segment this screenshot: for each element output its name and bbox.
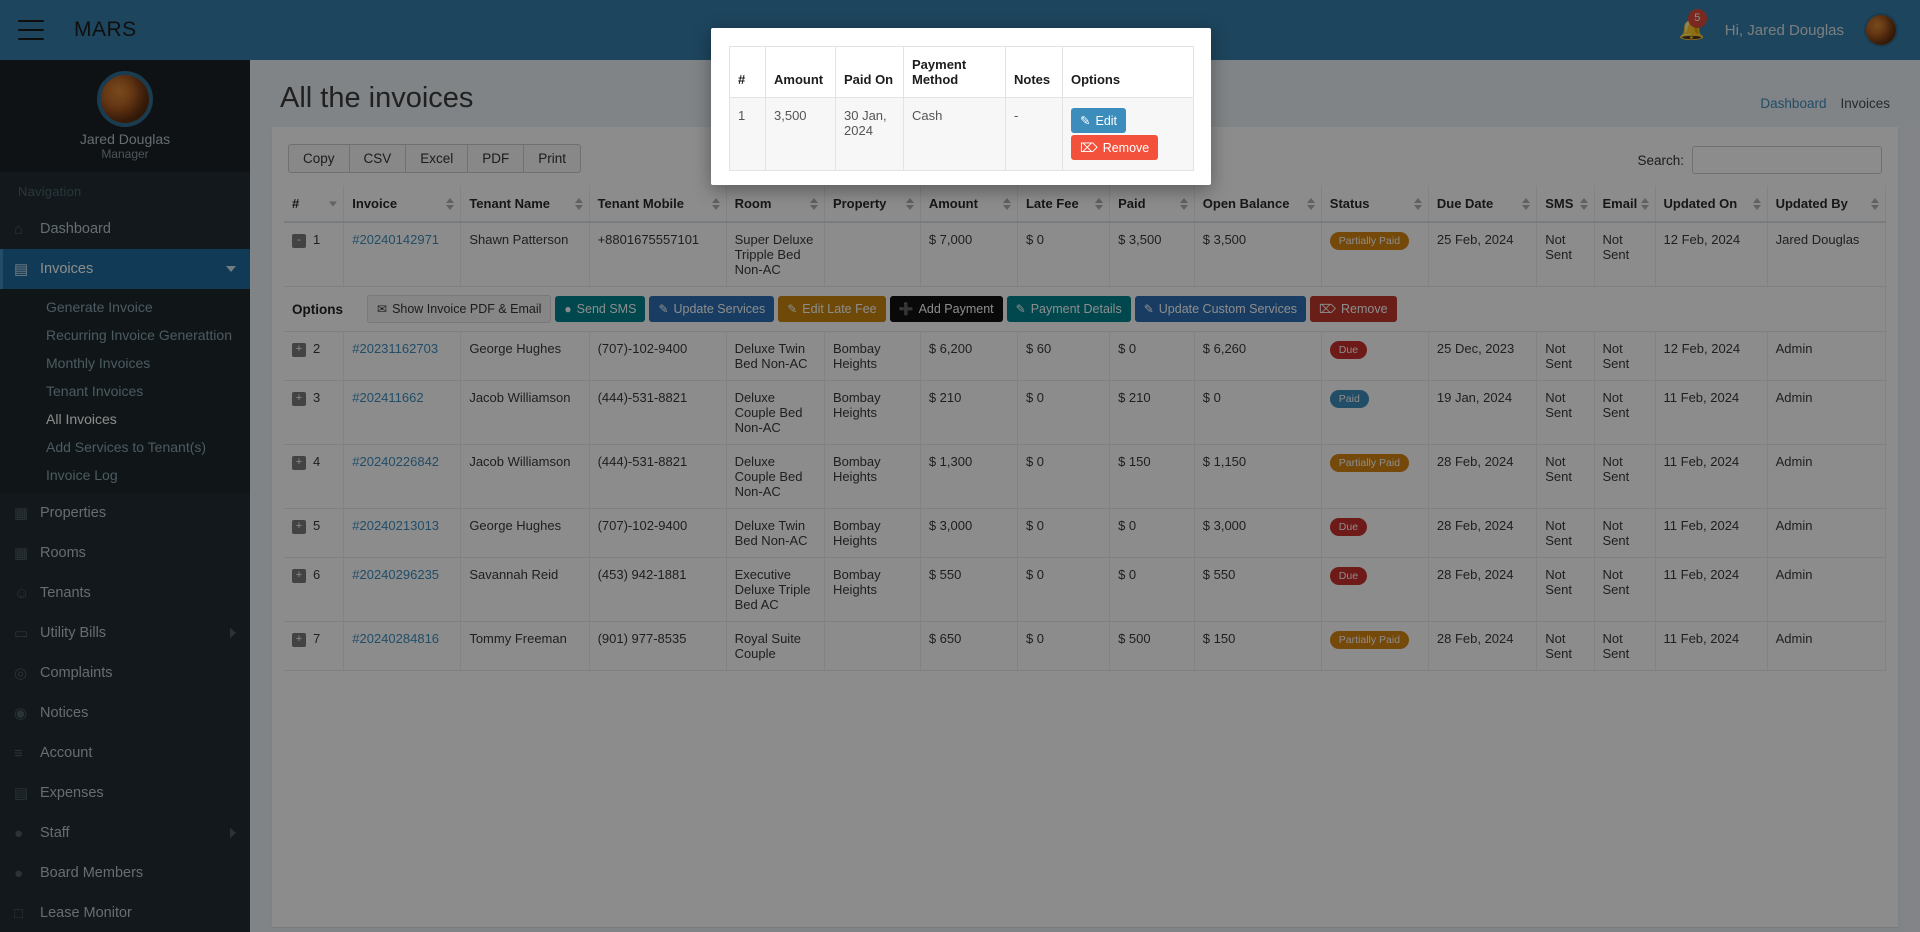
modal-header-row: # Amount Paid On Payment Method Notes Options (729, 46, 1194, 98)
trash-icon: ⌦ (1080, 141, 1098, 155)
modal-column-payment-method: Payment Method (903, 46, 1006, 98)
modal-cell-index: 1 (729, 97, 766, 171)
modal-column-paid-on: Paid On (835, 46, 904, 98)
payment-edit-label: Edit (1095, 113, 1118, 128)
modal-column-index: # (729, 46, 766, 98)
payment-remove-label: Remove (1102, 140, 1150, 155)
payment-remove-button[interactable]: ⌦ Remove (1071, 135, 1159, 160)
modal-cell-options: ✎ Edit ⌦ Remove (1062, 97, 1194, 171)
modal-cell-notes: - (1005, 97, 1063, 171)
edit-icon: ✎ (1080, 114, 1091, 128)
modal-cell-payment-method: Cash (903, 97, 1006, 171)
payment-details-modal: # Amount Paid On Payment Method Notes Options… (711, 28, 1211, 185)
modal-column-amount: Amount (765, 46, 836, 98)
app-root: MARS 🔔 5 Hi, Jared Douglas Jared Douglas… (0, 0, 1920, 932)
payment-details-table: # Amount Paid On Payment Method Notes Options… (729, 46, 1194, 171)
payment-edit-button[interactable]: ✎ Edit (1071, 108, 1127, 133)
modal-cell-amount: 3,500 (765, 97, 836, 171)
modal-column-options: Options (1062, 46, 1194, 98)
modal-body: 1 3,500 30 Jan, 2024 Cash - ✎ Edit ⌦ Remove (729, 97, 1194, 171)
modal-column-notes: Notes (1005, 46, 1063, 98)
modal-cell-paid-on: 30 Jan, 2024 (835, 97, 904, 171)
modal-table-row: 1 3,500 30 Jan, 2024 Cash - ✎ Edit ⌦ Remove (729, 97, 1194, 171)
